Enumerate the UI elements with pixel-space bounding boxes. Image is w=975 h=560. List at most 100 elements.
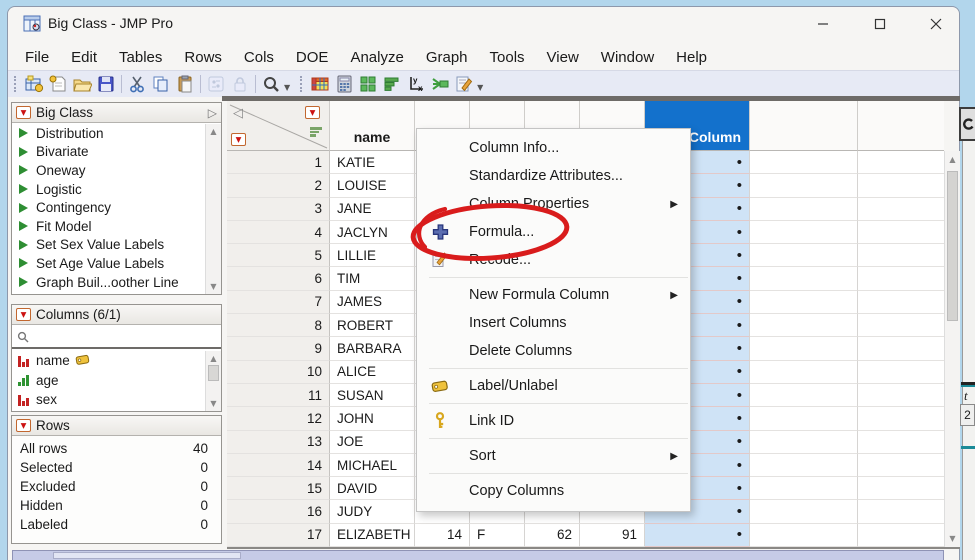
scroll-up-icon[interactable]: ▲	[945, 155, 960, 164]
name-cell[interactable]: JOHN	[330, 407, 415, 431]
minimize-button[interactable]	[803, 7, 843, 40]
close-button[interactable]	[916, 7, 956, 40]
row-number-cell[interactable]: 3	[227, 197, 330, 221]
empty-cell[interactable]	[858, 360, 944, 384]
menu-item-copy-columns[interactable]: Copy Columns	[417, 477, 690, 505]
row-number-cell[interactable]: 1	[227, 151, 330, 175]
row-number-cell[interactable]: 15	[227, 477, 330, 501]
menu-rows[interactable]: Rows	[173, 49, 233, 66]
empty-cell[interactable]	[750, 383, 858, 408]
empty-cell[interactable]	[858, 477, 944, 501]
row-number-cell[interactable]: 12	[227, 407, 330, 431]
name-cell[interactable]: LOUISE	[330, 174, 415, 198]
menu-item-column-info[interactable]: Column Info...	[417, 134, 690, 162]
column-header-empty[interactable]	[858, 101, 944, 151]
empty-cell[interactable]	[750, 337, 858, 361]
maximize-button[interactable]	[860, 7, 900, 40]
menu-item-sort[interactable]: Sort ▶	[417, 442, 690, 470]
row-number-cell[interactable]: 17	[227, 523, 330, 548]
height-cell[interactable]: 62	[525, 523, 580, 548]
menu-item-recode[interactable]: Recode...	[417, 246, 690, 274]
calculator-icon[interactable]	[332, 73, 356, 95]
empty-cell[interactable]	[750, 151, 858, 175]
empty-cell[interactable]	[750, 314, 858, 338]
table-horizontal-scrollbar[interactable]	[12, 550, 944, 560]
collapse-panels-icon[interactable]: ◁	[233, 106, 243, 121]
empty-cell[interactable]	[858, 151, 944, 175]
column-list-item[interactable]: sex	[12, 390, 205, 410]
empty-cell[interactable]	[858, 337, 944, 361]
empty-cell[interactable]	[858, 383, 944, 408]
empty-cell[interactable]	[750, 407, 858, 431]
row-number-cell[interactable]: 16	[227, 500, 330, 524]
row-number-cell[interactable]: 8	[227, 314, 330, 338]
empty-cell[interactable]	[750, 360, 858, 384]
name-cell[interactable]: ROBERT	[330, 314, 415, 338]
empty-cell[interactable]	[858, 500, 944, 524]
toolbar-overflow-icon[interactable]: ▼	[477, 83, 483, 92]
row-number-cell[interactable]: 14	[227, 453, 330, 478]
name-cell[interactable]: JUDY	[330, 500, 415, 524]
scroll-down-icon[interactable]: ▼	[945, 534, 960, 543]
name-cell[interactable]: SUSAN	[330, 383, 415, 408]
scrollbar-thumb[interactable]	[53, 552, 241, 559]
empty-cell[interactable]	[858, 267, 944, 291]
script-item[interactable]: Oneway	[12, 161, 205, 180]
menu-view[interactable]: View	[536, 49, 590, 66]
red-triangle-menu-icon[interactable]: ▼	[16, 106, 31, 119]
empty-cell[interactable]	[750, 477, 858, 501]
name-cell[interactable]: JACLYN	[330, 220, 415, 245]
grid-corner-cell[interactable]: ◁ ▼ ▼	[227, 101, 330, 151]
name-cell[interactable]: ELIZABETH	[330, 523, 415, 548]
menu-item-standardize-attributes[interactable]: Standardize Attributes...	[417, 162, 690, 190]
menu-doe[interactable]: DOE	[285, 49, 340, 66]
empty-cell[interactable]	[750, 290, 858, 315]
name-cell[interactable]: DAVID	[330, 477, 415, 501]
column-header-name[interactable]: name	[330, 101, 415, 151]
menu-item-formula[interactable]: Formula...	[417, 218, 690, 246]
column-list-item[interactable]: name	[12, 351, 205, 371]
red-triangle-menu-icon[interactable]: ▼	[16, 419, 31, 432]
search-icon[interactable]	[259, 73, 283, 95]
menu-graph[interactable]: Graph	[415, 49, 479, 66]
empty-cell[interactable]	[858, 290, 944, 315]
empty-cell[interactable]	[858, 523, 944, 548]
rows-hotspot-icon[interactable]: ▼	[231, 133, 246, 146]
script-item[interactable]: Contingency	[12, 198, 205, 217]
scrollbar-thumb[interactable]	[947, 171, 958, 321]
graph-builder-icon[interactable]	[380, 73, 404, 95]
toolbar-grip[interactable]	[300, 76, 303, 92]
toolbar-grip[interactable]	[14, 76, 17, 92]
panel-collapse-icon[interactable]: ▷	[208, 106, 217, 120]
columns-scrollbar[interactable]: ▲ ▼	[205, 351, 221, 411]
script-item[interactable]: Logistic	[12, 180, 205, 199]
menu-edit[interactable]: Edit	[60, 49, 108, 66]
toolbar-overflow-icon[interactable]: ▼	[284, 83, 290, 92]
scripts-scrollbar[interactable]: ▲ ▼	[205, 124, 221, 294]
script-item[interactable]: Set Age Value Labels	[12, 254, 205, 273]
row-number-cell[interactable]: 6	[227, 267, 330, 291]
cut-icon[interactable]	[125, 73, 149, 95]
row-number-cell[interactable]: 10	[227, 360, 330, 384]
row-number-cell[interactable]: 4	[227, 220, 330, 245]
empty-cell[interactable]	[750, 453, 858, 478]
paste-icon[interactable]	[173, 73, 197, 95]
menu-tables[interactable]: Tables	[108, 49, 173, 66]
menu-analyze[interactable]: Analyze	[339, 49, 414, 66]
new-journal-icon[interactable]	[46, 73, 70, 95]
name-cell[interactable]: KATIE	[330, 151, 415, 175]
save-icon[interactable]	[94, 73, 118, 95]
row-number-cell[interactable]: 5	[227, 244, 330, 268]
empty-cell[interactable]	[750, 244, 858, 268]
name-cell[interactable]: MICHAEL	[330, 453, 415, 478]
name-cell[interactable]: ALICE	[330, 360, 415, 384]
menu-item-link-id[interactable]: Link ID	[417, 407, 690, 435]
open-icon[interactable]	[70, 73, 94, 95]
weight-cell[interactable]: 91	[580, 523, 645, 548]
empty-cell[interactable]	[858, 220, 944, 245]
script-editor-icon[interactable]	[452, 73, 476, 95]
empty-cell[interactable]	[750, 174, 858, 198]
row-number-cell[interactable]: 13	[227, 430, 330, 454]
name-cell[interactable]: BARBARA	[330, 337, 415, 361]
menu-item-label-unlabel[interactable]: Label/Unlabel	[417, 372, 690, 400]
